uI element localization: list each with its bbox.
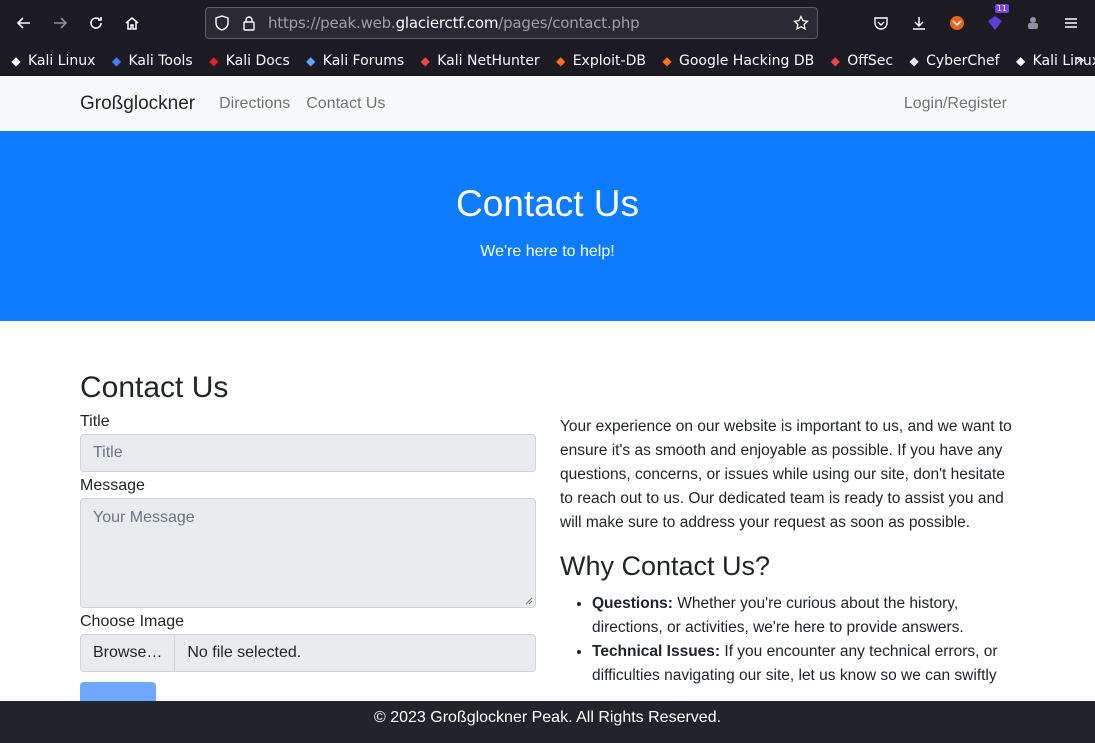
hero-subtitle: We're here to help!: [480, 243, 615, 260]
menu-icon[interactable]: [1055, 7, 1087, 39]
bookmark-item[interactable]: ◆ Kali Forums: [303, 53, 404, 69]
info-column: Your experience on our website is import…: [560, 371, 1015, 720]
title-placeholder: Title: [93, 444, 123, 461]
site-navbar: Großglockner Directions Contact Us Login…: [0, 76, 1095, 131]
site-brand[interactable]: Großglockner: [80, 93, 195, 115]
form-heading: Contact Us: [80, 371, 229, 404]
bookmark-label: Kali Forums: [322, 52, 405, 69]
ghdb-icon: ◆: [662, 53, 672, 68]
kali-docs-icon: ◆: [209, 53, 219, 68]
bookmark-label: Kali Linux: [28, 52, 96, 69]
url-text: https://peak.web.glacierctf.com/pages/co…: [268, 14, 640, 32]
bookmark-item[interactable]: ◆ Kali NetHunter: [417, 52, 540, 69]
bookmark-label: CyberChef: [926, 52, 1000, 69]
login-register-link[interactable]: Login/Register: [904, 95, 1007, 113]
kali-tools-icon: ◆: [111, 53, 122, 68]
back-icon[interactable]: [8, 7, 40, 39]
bookmark-label: Exploit-DB: [572, 52, 646, 69]
reasons-list: Questions: Whether you're curious about …: [560, 592, 1015, 688]
bookmark-item[interactable]: ◆ Kali Docs: [206, 53, 290, 69]
title-label: Title: [80, 413, 110, 430]
site-footer: © 2023 Großglockner Peak. All Rights Res…: [0, 701, 1095, 743]
toolbar-right: 11: [865, 4, 1087, 39]
bookmarks-bar: ◆ Kali Linux ◆ Kali Tools ◆ Kali Docs ◆ Kali Fo…: [0, 45, 1095, 76]
reload-icon[interactable]: [80, 7, 112, 39]
kali-forums-icon: ◆: [306, 53, 316, 68]
foxyproxy-icon[interactable]: [941, 7, 973, 39]
forward-icon[interactable]: [44, 7, 76, 39]
url-bar[interactable]: https://peak.web.glacierctf.com/pages/co…: [205, 7, 818, 39]
bookmark-label: Google Hacking DB: [678, 52, 815, 69]
kali-dragon-icon: ◆: [1015, 53, 1026, 68]
bookmark-star-icon[interactable]: [793, 15, 809, 31]
cyberchef-icon: ◆: [909, 53, 919, 68]
exploit-db-icon: ◆: [556, 53, 566, 68]
home-icon[interactable]: [116, 7, 148, 39]
file-input[interactable]: Browse… No file selected.: [80, 634, 536, 672]
message-placeholder: Your Message: [93, 509, 195, 526]
message-label: Message: [80, 477, 145, 494]
bookmark-label: Kali NetHunter: [437, 52, 540, 69]
page-content: Großglockner Directions Contact Us Login…: [0, 76, 1095, 743]
bookmark-item[interactable]: ◆ Kali Tools: [108, 52, 193, 69]
bookmark-item[interactable]: ◆ Kali Linux: [8, 53, 95, 69]
bookmark-label: Kali Tools: [128, 52, 193, 69]
resize-grip-icon[interactable]: [523, 595, 533, 605]
contact-form: Contact Us Title Title Message Your Mess…: [80, 371, 536, 720]
file-status: No file selected.: [187, 644, 302, 661]
download-icon[interactable]: [903, 7, 935, 39]
message-textarea[interactable]: Your Message: [80, 498, 536, 608]
list-item-term: Questions:: [592, 595, 673, 612]
hero-title: Contact Us: [455, 183, 639, 224]
extension-badge-icon[interactable]: 11: [979, 4, 1011, 39]
browse-button[interactable]: Browse…: [81, 635, 176, 671]
bookmark-item[interactable]: ◆ CyberChef: [906, 52, 1000, 69]
nav-link-directions[interactable]: Directions: [219, 95, 290, 113]
bookmark-label: Kali Docs: [225, 52, 290, 69]
chevron-more-icon[interactable]: »: [1075, 50, 1085, 69]
image-label: Choose Image: [80, 613, 185, 630]
nethunter-icon: ◆: [420, 53, 430, 68]
main-content: Contact Us Title Title Message Your Mess…: [0, 321, 1095, 720]
intro-paragraph: Your experience on our website is import…: [560, 418, 1012, 531]
bookmark-label: Kali Linux: [1032, 52, 1095, 69]
title-input[interactable]: Title: [80, 434, 536, 472]
extensions-puzzle-icon[interactable]: [1017, 7, 1049, 39]
pocket-icon[interactable]: [865, 7, 897, 39]
bookmark-item[interactable]: ◆ Google Hacking DB: [659, 53, 814, 69]
hero-banner: Contact Us We're here to help!: [0, 131, 1095, 321]
bookmark-item[interactable]: ◆ OffSec: [827, 52, 894, 69]
list-item: Technical Issues: If you encounter any t…: [592, 640, 1015, 688]
nav-link-contact[interactable]: Contact Us: [306, 95, 385, 113]
browser-chrome: https://peak.web.glacierctf.com/pages/co…: [0, 0, 1095, 76]
bookmark-label: OffSec: [847, 52, 894, 69]
why-heading: Why Contact Us?: [560, 551, 771, 581]
kali-dragon-icon: ◆: [11, 53, 21, 68]
bookmark-item[interactable]: ◆ Exploit-DB: [553, 53, 646, 69]
lock-icon[interactable]: [242, 15, 256, 31]
extension-count-badge: 11: [994, 4, 1009, 13]
list-item-term: Technical Issues:: [592, 643, 721, 660]
shield-icon[interactable]: [214, 15, 230, 31]
offsec-icon: ◆: [830, 53, 840, 68]
list-item: Questions: Whether you're curious about …: [592, 592, 1015, 640]
